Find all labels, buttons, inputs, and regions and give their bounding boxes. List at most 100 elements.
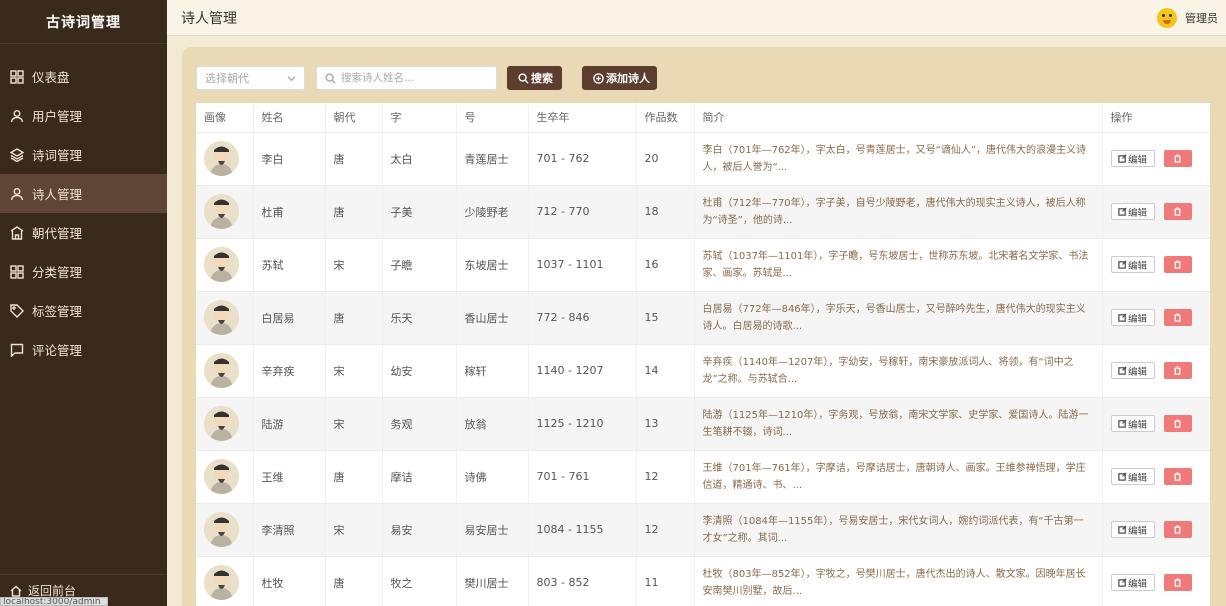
poet-intro-text: 杜牧（803年—852年），字牧之，号樊川居士，唐代杰出的诗人、散文家。因晚年居… [702, 568, 1086, 597]
sidebar-item-label: 仪表盘 [32, 70, 70, 85]
delete-button[interactable] [1163, 468, 1192, 485]
poet-years: 1140 - 1207 [528, 344, 637, 398]
poet-zi: 子瞻 [382, 238, 457, 292]
sidebar-item-categories[interactable]: 分类管理 [0, 252, 167, 291]
table-row: 李白唐太白 青莲居士 701 - 762 20 李白（701年—762年），字太白，号青… [196, 132, 1210, 186]
poet-portrait [204, 459, 239, 494]
user-menu[interactable]: 管理员 [1157, 7, 1218, 28]
portrait-cell [196, 450, 254, 504]
edit-button[interactable]: 编辑 [1110, 415, 1155, 432]
poet-works-count: 13 [636, 397, 695, 451]
edit-button[interactable]: 编辑 [1110, 574, 1155, 591]
poet-name: 白居易 [253, 291, 326, 345]
poet-dynasty: 宋 [325, 503, 383, 557]
delete-button[interactable] [1163, 150, 1192, 167]
edit-button[interactable]: 编辑 [1110, 362, 1155, 379]
poet-intro: 李清照（1084年—1155年），号易安居士，宋代女词人，婉约词派代表，有“千古… [694, 503, 1103, 557]
actions-cell: 编辑 [1102, 503, 1210, 557]
edit-label: 编辑 [1127, 154, 1147, 166]
poet-intro-text: 李白（701年—762年），字太白，号青莲居士，又号“谪仙人”，唐代伟大的浪漫主… [702, 144, 1087, 173]
edit-button[interactable]: 编辑 [1110, 521, 1155, 538]
poet-works-count: 11 [636, 556, 695, 606]
delete-button[interactable] [1163, 521, 1192, 538]
poet-name: 李白 [253, 132, 326, 186]
poet-intro: 白居易（772年—846年），字乐天，号香山居士，又号醉吟先生，唐代伟大的现实主… [694, 291, 1103, 345]
poet-portrait [204, 512, 239, 547]
poet-intro: 苏轼（1037年—1101年），字子瞻，号东坡居士，世称苏东坡。北宋著名文学家、… [694, 238, 1103, 292]
search-box [316, 66, 497, 90]
poet-portrait [204, 194, 239, 229]
delete-button[interactable] [1163, 203, 1192, 220]
sidebar-item-comments[interactable]: 评论管理 [0, 330, 167, 369]
edit-button[interactable]: 编辑 [1110, 256, 1155, 273]
column-header: 画像 [196, 103, 254, 133]
poet-works-count: 20 [636, 132, 695, 186]
sidebar-item-poems[interactable]: 诗词管理 [0, 135, 167, 174]
search-icon [518, 72, 529, 84]
portrait-cell [196, 397, 254, 451]
browser-status-url: localhost:3000/admin [0, 597, 108, 606]
poet-intro-text: 辛弃疾（1140年—1207年），字幼安，号稼轩，南宋豪放派词人、将领，有“词中… [702, 356, 1074, 385]
edit-label: 编辑 [1127, 525, 1147, 537]
poet-dynasty: 宋 [325, 344, 383, 398]
sidebar-item-label: 诗人管理 [32, 187, 83, 202]
portrait-cell [196, 344, 254, 398]
plus-circle-icon [593, 72, 604, 84]
poet-dynasty: 唐 [325, 556, 383, 606]
actions-cell: 编辑 [1102, 185, 1210, 239]
trash-icon [1173, 366, 1182, 375]
search-button[interactable]: 搜索 [507, 66, 562, 90]
column-header: 生卒年 [528, 103, 637, 133]
delete-button[interactable] [1163, 256, 1192, 273]
sidebar-item-dynasties[interactable]: 朝代管理 [0, 213, 167, 252]
edit-label: 编辑 [1127, 366, 1147, 378]
edit-icon [1118, 419, 1128, 428]
poet-years: 1037 - 1101 [528, 238, 637, 292]
sidebar-item-label: 标签管理 [32, 304, 83, 319]
table-row: 白居易唐乐天 香山居士 772 - 846 15 白居易（772年—846年），字乐天，… [196, 291, 1210, 345]
poet-works-count: 18 [636, 185, 695, 239]
sidebar-item-users[interactable]: 用户管理 [0, 96, 167, 135]
edit-label: 编辑 [1127, 207, 1147, 219]
search-input[interactable] [341, 72, 481, 84]
poet-name: 辛弃疾 [253, 344, 326, 398]
delete-button[interactable] [1163, 415, 1192, 432]
edit-button[interactable]: 编辑 [1110, 150, 1155, 167]
edit-button[interactable]: 编辑 [1110, 309, 1155, 326]
poet-years: 803 - 852 [528, 556, 637, 606]
poet-name: 杜甫 [253, 185, 326, 239]
home-icon [10, 585, 22, 597]
sidebar-item-dashboard[interactable]: 仪表盘 [0, 57, 167, 96]
poet-zi: 幼安 [382, 344, 457, 398]
poet-hao: 青莲居士 [456, 132, 529, 186]
edit-button[interactable]: 编辑 [1110, 203, 1155, 220]
edit-icon [1118, 313, 1128, 322]
dynasty-select[interactable]: 选择朝代 [196, 66, 305, 90]
poet-zi: 摩诘 [382, 450, 457, 504]
actions-cell: 编辑 [1102, 132, 1210, 186]
table-row: 王维唐摩诘 诗佛 701 - 761 12 王维（701年—761年），字摩诘，号摩诘居… [196, 450, 1210, 504]
page-title: 诗人管理 [181, 10, 237, 27]
add-poet-button[interactable]: 添加诗人 [582, 66, 657, 90]
poet-dynasty: 唐 [325, 450, 383, 504]
delete-button[interactable] [1163, 574, 1192, 591]
sidebar-item-poets[interactable]: 诗人管理 [0, 174, 167, 213]
chevron-down-icon [287, 75, 296, 81]
poet-name: 王维 [253, 450, 326, 504]
actions-cell: 编辑 [1102, 291, 1210, 345]
poets-table-container: 画像 姓名 朝代 字 号 生卒年 作品数 简介 操作 李白唐太白 青莲居士 701 … [196, 103, 1210, 606]
comment-icon [10, 343, 24, 357]
delete-button[interactable] [1163, 362, 1192, 379]
delete-button[interactable] [1163, 309, 1192, 326]
user-icon [10, 109, 24, 123]
poet-portrait [204, 406, 239, 441]
poet-zi: 务观 [382, 397, 457, 451]
poet-dynasty: 宋 [325, 238, 383, 292]
poet-intro: 辛弃疾（1140年—1207年），字幼安，号稼轩，南宋豪放派词人、将领，有“词中… [694, 344, 1103, 398]
edit-button[interactable]: 编辑 [1110, 468, 1155, 485]
portrait-cell [196, 503, 254, 557]
sidebar-item-tags[interactable]: 标签管理 [0, 291, 167, 330]
poet-portrait [204, 565, 239, 600]
search-button-label: 搜索 [531, 72, 553, 85]
column-header: 字 [382, 103, 457, 133]
